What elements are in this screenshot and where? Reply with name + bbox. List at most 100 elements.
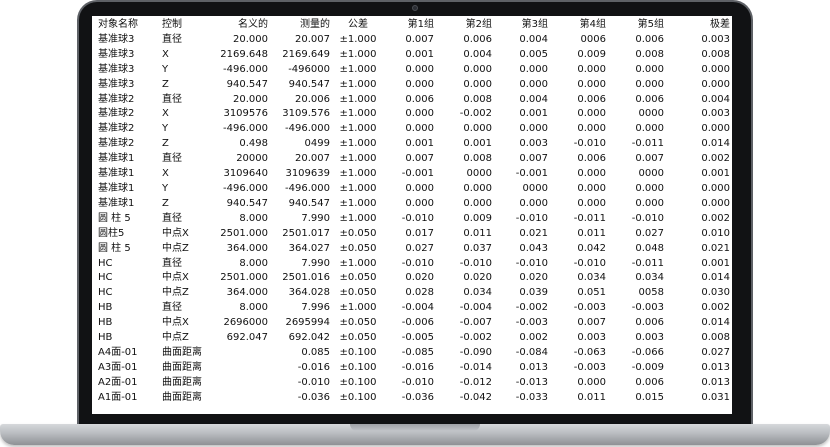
cell-control: 直径 [162,302,182,314]
cell-control: Z [162,78,169,90]
cell-nominal [214,391,270,406]
cell-measured: -496.000 [285,182,330,194]
cell-group-5: 0000 [638,108,664,120]
cell-range: 0.014 [701,317,730,329]
cell-measured: 20.007 [295,153,330,165]
cell-group-4: -0.003 [573,361,606,373]
cell-object-name: 基准球3 [98,63,135,75]
cell-measured: 7.996 [301,302,330,314]
column-header-nominal: 名义的 [238,19,268,30]
cell-group-5: 0.000 [635,197,664,209]
cell-measured: 940.547 [288,197,330,209]
cell-range: 0.013 [701,361,730,373]
cell-object-name: 基准球1 [98,182,135,194]
column-header-group-1: 第1组 [407,19,434,30]
cell-tolerance: ±1.000 [339,257,377,269]
column-header-group-3: 第3组 [521,19,548,30]
cell-group-5: 0.048 [635,242,664,254]
cell-group-5: 0.000 [635,63,664,75]
cell-group-1: 0.020 [405,272,434,284]
cell-group-3: 0.013 [519,361,548,373]
cell-measured: 364.027 [288,242,330,254]
cell-tolerance: ±0.050 [339,317,377,329]
cell-measured: 0.085 [301,346,330,358]
cell-group-2: -0.090 [459,346,492,358]
cell-tolerance: ±1.000 [339,153,377,165]
cell-control: Z [162,138,169,150]
cell-nominal: 20.000 [233,93,268,105]
cell-group-1: 0.028 [405,287,434,299]
cell-nominal: -496.000 [223,63,268,75]
cell-group-1: 0.017 [405,227,434,239]
cell-group-5: 0.027 [635,227,664,239]
cell-group-2: -0.007 [459,317,492,329]
table-row: 基准球2 直径 20.000 20.006 ±1.000 0.006 0.008 0.004 0… [92,93,732,108]
cell-control: 曲面距离 [162,376,202,388]
cell-measured: 7.990 [301,212,330,224]
cell-group-3: 0.000 [519,63,548,75]
column-header-measured: 测量的 [300,19,330,30]
cell-group-1: 0.007 [405,33,434,45]
cell-group-1: 0.027 [405,242,434,254]
cell-object-name: HB [98,332,113,344]
laptop-base [0,424,830,445]
cell-group-4: -0.010 [573,138,606,150]
cell-control: X [162,168,169,180]
cell-group-1: 0.001 [405,138,434,150]
table-row: 基准球3 Z 940.547 940.547 ±1.000 0.000 0.000 0.000… [92,78,732,93]
cell-group-4: 0.034 [577,272,606,284]
cell-range: 0.001 [701,168,730,180]
cell-nominal: 2169.648 [220,48,268,60]
table-row: 圆 柱 5 中点Z 364.000 364.027 ±0.050 0.027 0.037 0.… [92,242,732,257]
cell-tolerance: ±1.000 [339,123,377,135]
cell-group-4: 0.000 [577,108,606,120]
cell-tolerance: ±1.000 [339,138,377,150]
cell-range: 0.001 [701,257,730,269]
cell-group-5: -0.066 [631,346,664,358]
cell-control: 直径 [162,257,182,269]
cell-group-2: -0.012 [459,376,492,388]
cell-range: 0.014 [701,138,730,150]
cell-group-5: -0.011 [631,138,664,150]
cell-group-2: 0.000 [463,123,492,135]
cell-group-2: 0.006 [463,33,492,45]
table-row: 基准球3 直径 20.000 20.007 ±1.000 0.007 0.006 0.004 0… [92,33,732,48]
laptop-frame: 对象名称 控制 名义的 测量的 公差 第1组 第2组 第3组 第4组 第5组 极差 基准球3 直径 20… [0,0,830,447]
cell-measured: 20.007 [295,33,330,45]
cell-group-5: 0.034 [635,272,664,284]
cell-control: 中点X [162,272,189,284]
cell-group-1: 0.007 [405,153,434,165]
cell-tolerance: ±1.000 [339,48,377,60]
cell-measured: 2695994 [285,317,330,329]
cell-group-3: 0.004 [519,93,548,105]
cell-object-name: 圆 柱 5 [98,242,131,254]
cell-group-1: -0.006 [401,317,434,329]
table-row: 圆 柱 5 直径 8.000 7.990 ±1.000 -0.010 0.009 -0.010… [92,212,732,227]
cell-group-4: 0.009 [577,48,606,60]
table-row: HB 中点X 2696000 2695994 ±0.050 -0.006 -0.007 -0.… [92,316,732,331]
cell-nominal: 364.000 [226,287,268,299]
cell-group-3: 0000 [522,182,548,194]
cell-tolerance: ±0.050 [339,242,377,254]
cell-group-4: 0.000 [577,376,606,388]
column-header-object-name: 对象名称 [98,19,138,30]
cell-nominal: 20000 [236,153,268,165]
cell-control: 直径 [162,153,182,165]
cell-measured: 2501.017 [282,227,330,239]
table-row: HC 直径 8.000 7.990 ±1.000 -0.010 -0.010 -0.010 -0… [92,257,732,272]
cell-group-5: 0000 [638,168,664,180]
table-row: HC 中点X 2501.000 2501.016 ±0.050 0.020 0.020 0.0… [92,271,732,286]
cell-range: 0.003 [701,108,730,120]
table-row: HB 直径 8.000 7.996 ±1.000 -0.004 -0.004 -0.002 -0… [92,301,732,316]
cell-range: 0.031 [701,391,730,403]
cell-group-1: 0.000 [405,182,434,194]
cell-control: 中点Z [162,287,189,299]
cell-group-3: 0.005 [519,48,548,60]
cell-measured: 2169.649 [282,48,330,60]
cell-object-name: 圆 柱 5 [98,212,131,224]
cell-measured: 0499 [304,138,330,150]
cell-group-1: -0.010 [401,257,434,269]
table-row: 基准球1 X 3109640 3109639 ±1.000 -0.001 0000 -0.00… [92,167,732,182]
cell-group-2: 0.008 [463,93,492,105]
cell-object-name: 基准球1 [98,168,135,180]
